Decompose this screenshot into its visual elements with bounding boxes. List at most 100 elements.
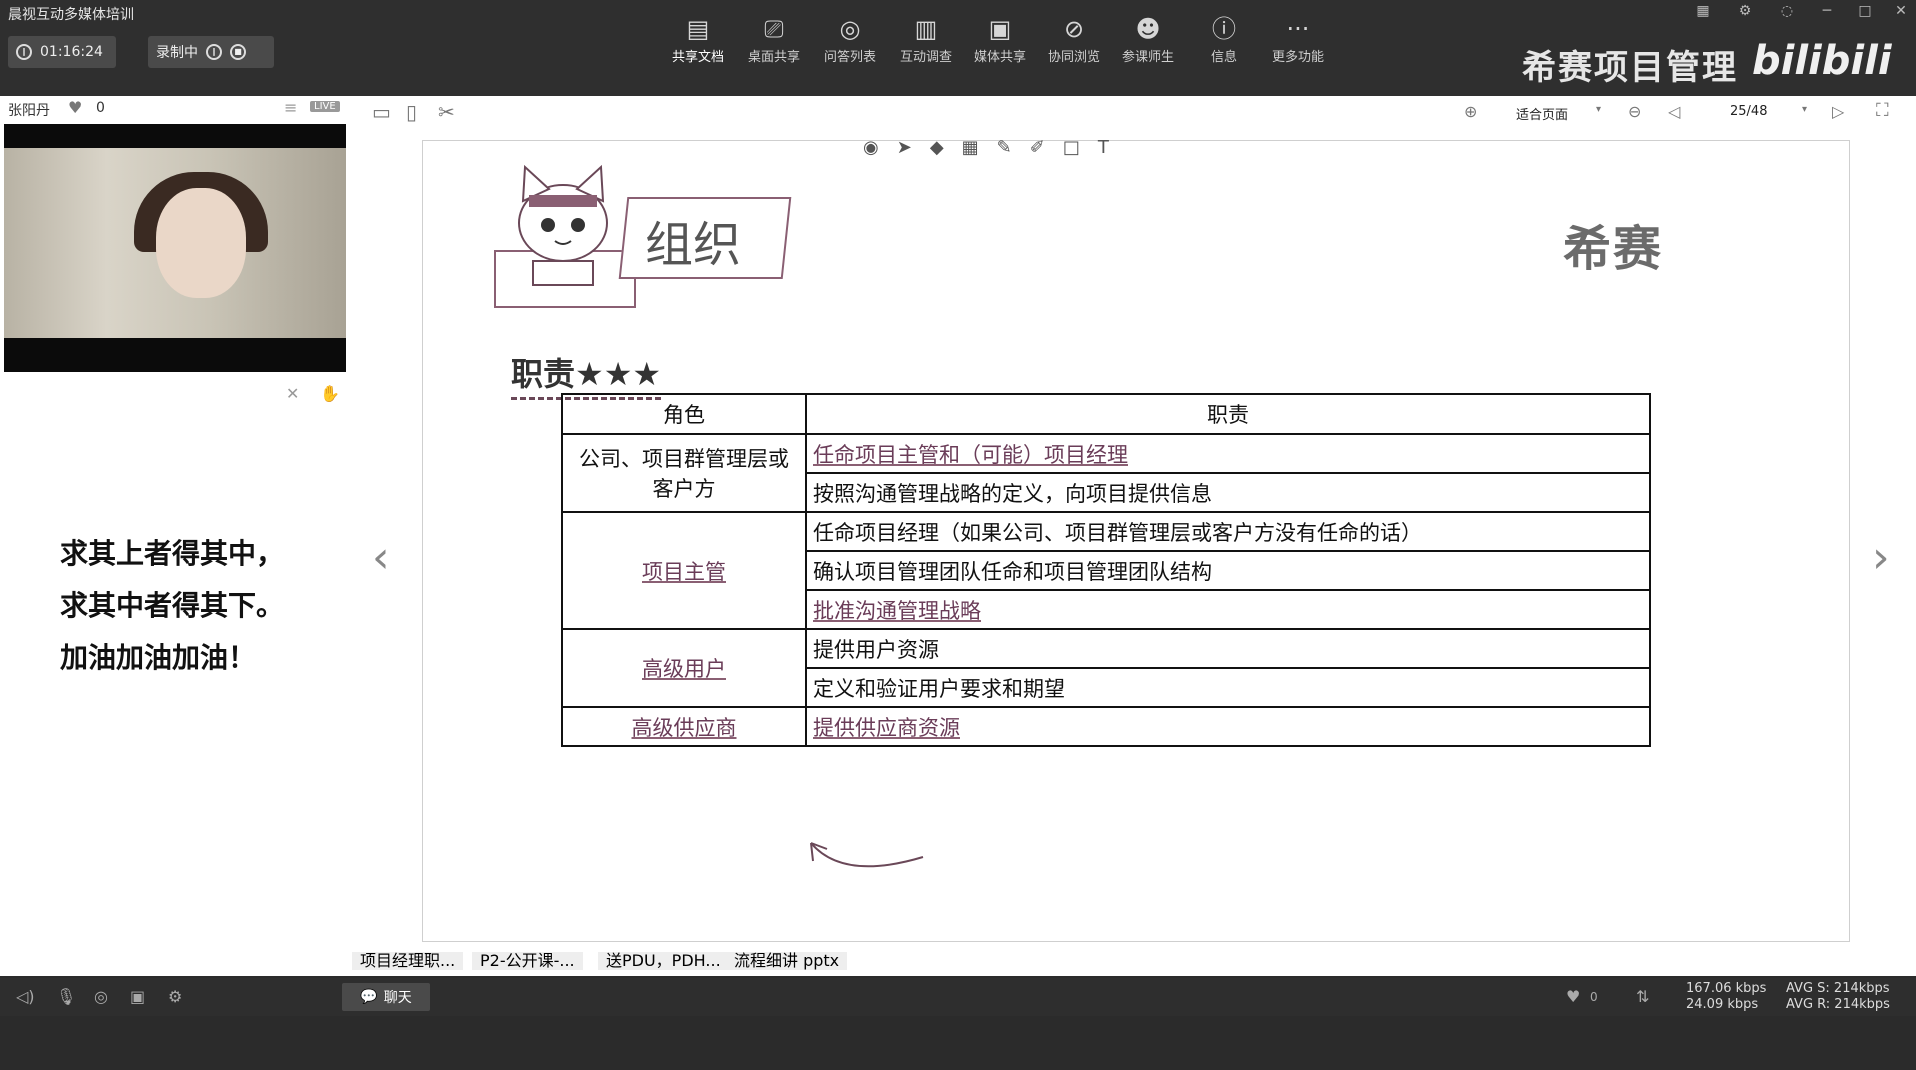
page-indicator[interactable]: 25/48: [1730, 104, 1767, 119]
slide-title: 组织: [645, 217, 742, 273]
file-tab[interactable]: P2-公开课-...: [472, 952, 583, 970]
close-icon[interactable]: ✕: [1886, 0, 1916, 22]
tool-qa[interactable]: ◎ 问答列表: [812, 14, 888, 74]
camera-icon[interactable]: ◎: [94, 987, 108, 1006]
tool-browse[interactable]: ⊘ 协同浏览: [1036, 14, 1112, 74]
prev-page-icon[interactable]: ◁: [1668, 102, 1680, 121]
page-chevron-icon[interactable]: ▾: [1802, 104, 1807, 115]
app-title: 晨视互动多媒体培训: [8, 7, 134, 23]
rectangle-icon[interactable]: □: [1063, 137, 1080, 167]
tool-more[interactable]: ··· 更多功能: [1260, 14, 1336, 74]
zoom-in-icon[interactable]: ⊕: [1464, 102, 1477, 121]
presenter-video[interactable]: [4, 124, 346, 372]
tool-label: 更多功能: [1271, 50, 1324, 65]
tool-label: 共享文档: [671, 50, 724, 65]
tool-desktop-share[interactable]: ⎚ 桌面共享: [736, 14, 812, 74]
chat-button[interactable]: 💬 聊天: [342, 983, 430, 1011]
tool-participants[interactable]: ☻ 参课师生: [1110, 14, 1186, 74]
slide-subtitle: 职责★★★: [511, 355, 662, 393]
stop-record-icon[interactable]: ■: [230, 44, 246, 60]
role-cell: 高级供应商: [561, 706, 807, 747]
slide-prev-arrow[interactable]: ‹: [372, 532, 390, 583]
presenter-name: 张阳丹: [8, 103, 50, 119]
maximize-icon[interactable]: □: [1850, 0, 1880, 22]
hand-drawn-arrow: [810, 842, 924, 868]
duty-text: 提供供应商资源: [813, 715, 960, 740]
minimize-icon[interactable]: ─: [1812, 0, 1842, 22]
zoom-out-icon[interactable]: ⊖: [1628, 102, 1641, 121]
tool-label: 媒体共享: [973, 50, 1026, 65]
table-row: 高级用户 提供用户资源: [561, 628, 1651, 708]
list-icon[interactable]: ≡: [284, 98, 297, 117]
duty-text: 批准沟通管理战略: [813, 598, 981, 623]
media-icon: ▣: [988, 15, 1012, 43]
fullscreen-icon[interactable]: ⛶: [1876, 100, 1889, 121]
pointer-icon[interactable]: ➤: [897, 137, 912, 167]
participants-icon: ☻: [1135, 15, 1161, 43]
chat-label: 聊天: [383, 990, 412, 1006]
tool-share-doc[interactable]: ▤ 共享文档: [660, 14, 736, 74]
duty-cell: 提供用户资源: [805, 628, 1651, 669]
live-badge: LIVE: [310, 101, 340, 112]
bottom-like-count: 0: [1590, 990, 1598, 1004]
duty-cell: 批准沟通管理战略: [805, 589, 1651, 630]
hand-icon[interactable]: ✋: [320, 384, 340, 403]
file-icon[interactable]: ▯: [406, 100, 417, 124]
tool-survey[interactable]: ▥ 互动调查: [888, 14, 964, 74]
file-tab[interactable]: 送PDU，PDH...: [598, 952, 729, 970]
annotation-tools: ◉ ➤ ◆ ▦ ✎ ✐ □ T: [863, 137, 1109, 167]
grid-icon[interactable]: ▦: [1688, 0, 1718, 22]
table-header-row: 角色 职责: [561, 393, 1651, 435]
duty-table: 角色 职责 公司、项目群管理层或客户方 任命项目主管和（可能）项目经理 按照沟通…: [561, 393, 1651, 747]
duty-cell: 按照沟通管理战略的定义，向项目提供信息: [805, 472, 1651, 513]
like-count: 0: [96, 100, 105, 116]
desktop-share-icon: ⎚: [764, 15, 784, 43]
duty-cell: 定义和验证用户要求和期望: [805, 667, 1651, 708]
recording-pill[interactable]: 录制中 ∥ ■: [148, 36, 274, 68]
slide-next-arrow[interactable]: ›: [1872, 532, 1890, 583]
tool-label: 互动调查: [899, 50, 952, 65]
like-icon[interactable]: ♥: [1566, 987, 1580, 1006]
heart-icon[interactable]: ♥: [68, 98, 82, 117]
xisai-logo: 希赛: [1563, 221, 1664, 277]
timer-text: 01:16:24: [40, 44, 103, 60]
timer-pill[interactable]: ∥ 01:16:24: [8, 36, 116, 68]
mic-icon[interactable]: 🎙: [56, 987, 76, 1006]
mic-off-icon[interactable]: ✕: [286, 384, 299, 403]
net-down: 24.09 kbps: [1686, 997, 1759, 1012]
chevron-down-icon[interactable]: ▾: [1596, 104, 1601, 115]
tool-label: 协同浏览: [1047, 50, 1100, 65]
highlighter-icon[interactable]: ✐: [1030, 137, 1045, 167]
settings-icon[interactable]: ⚙: [1730, 0, 1760, 22]
chat-icon: 💬: [360, 989, 378, 1005]
clear-icon[interactable]: ▦: [962, 137, 979, 167]
speaker-icon[interactable]: ◁): [16, 987, 35, 1006]
presenter-header: 张阳丹 ♥ 0 ≡ LIVE: [0, 96, 352, 122]
pause-record-icon[interactable]: ∥: [206, 44, 222, 60]
eraser-icon[interactable]: ◆: [930, 137, 944, 167]
text-tool-icon[interactable]: T: [1098, 137, 1109, 167]
gear-icon[interactable]: ⚙: [168, 987, 182, 1006]
fit-page-select[interactable]: 适合页面: [1516, 104, 1568, 123]
pen-icon[interactable]: ✎: [997, 137, 1012, 167]
role-text: 高级供应商: [631, 715, 737, 740]
duty-cell: 提供供应商资源: [805, 706, 1651, 747]
bottom-bar: ◁) 🎙 ◎ ▣ ⚙ 💬 聊天 ♥ 0 ⇅ 167.06 kbps 24.09 …: [0, 978, 1916, 1016]
folder-icon[interactable]: ▭: [372, 100, 391, 124]
document-icon: ▤: [686, 15, 710, 43]
next-page-icon[interactable]: ▷: [1832, 102, 1844, 121]
role-cell: 高级用户: [561, 628, 807, 708]
scissors-icon[interactable]: ✂: [438, 100, 455, 124]
duty-cell: 任命项目主管和（可能）项目经理: [805, 433, 1651, 474]
slide-toolbar: ▭ ▯ ✂ ⊕ 适合页面 ▾ ⊖ ◁ 25/48 ▾ ▷ ⛶: [352, 96, 1916, 132]
bilibili-logo: bilibili: [1752, 38, 1892, 84]
skin-icon[interactable]: ◌: [1772, 0, 1802, 22]
tool-info[interactable]: ⓘ 信息: [1186, 14, 1262, 74]
avg-r: AVG R: 214kbps: [1786, 997, 1890, 1012]
screen-icon[interactable]: ▣: [130, 987, 145, 1006]
file-tab[interactable]: 流程细讲 pptx: [726, 952, 848, 970]
file-tab[interactable]: 项目经理职...: [352, 952, 464, 970]
net-up: 167.06 kbps: [1686, 981, 1767, 996]
laser-icon[interactable]: ◉: [863, 137, 879, 167]
tool-media[interactable]: ▣ 媒体共享: [962, 14, 1038, 74]
